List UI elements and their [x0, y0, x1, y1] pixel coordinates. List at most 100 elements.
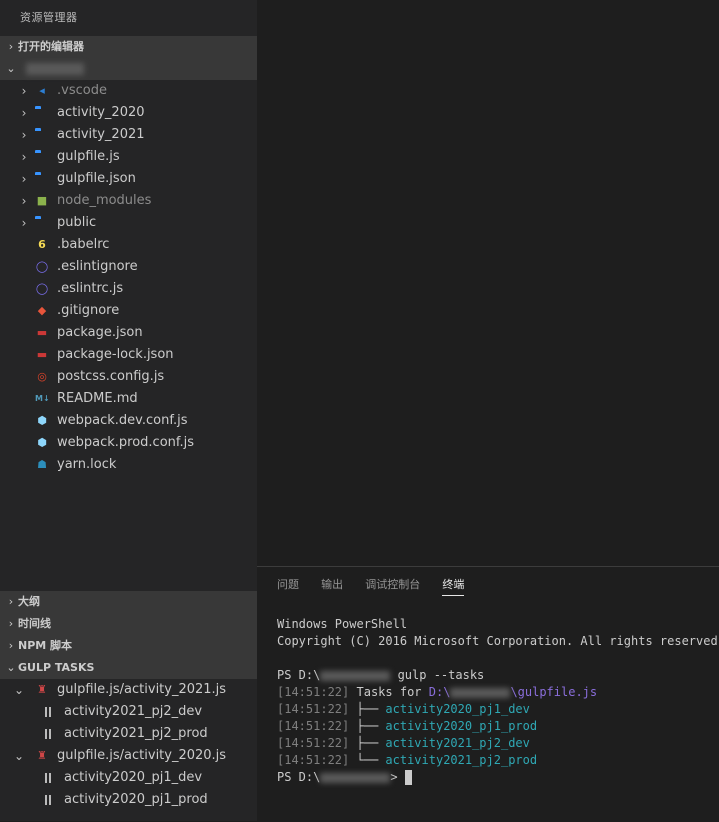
node-modules-icon: ■ — [36, 194, 48, 207]
terminal-task-line: [14:51:22] └── activity2021_pj2_prod — [277, 753, 538, 767]
terminal-command-line: PS D:\ gulp --tasks — [277, 668, 485, 682]
terminal-line: Copyright (C) 2016 Microsoft Corporation… — [277, 634, 719, 648]
folder-icon — [35, 107, 49, 119]
gulp-task-item[interactable]: activity2021_pj2_prod — [0, 723, 257, 745]
timeline-label: 时间线 — [18, 617, 51, 630]
file-item[interactable]: ⬢ webpack.dev.conf.js — [0, 410, 257, 432]
yarn-icon: ☗ — [37, 458, 47, 471]
tree-item-label: activity_2020 — [57, 105, 145, 120]
outline-label: 大纲 — [18, 595, 40, 608]
tab-output[interactable]: 输出 — [321, 577, 343, 595]
redacted-path — [320, 772, 391, 783]
file-item[interactable]: ◯ .eslintrc.js — [0, 278, 257, 300]
gulp-task-item[interactable]: activity2020_pj1_prod — [0, 789, 257, 811]
gulp-task-label: activity2021_pj2_prod — [64, 726, 208, 741]
timeline-section[interactable]: › 时间线 — [0, 613, 257, 635]
terminal-task-line: [14:51:22] ├── activity2020_pj1_dev — [277, 702, 530, 716]
folder-icon — [35, 129, 49, 141]
markdown-icon: M↓ — [35, 394, 50, 403]
webpack-icon: ⬢ — [37, 414, 47, 427]
babel-icon: 6 — [38, 238, 46, 251]
terminal-line: [14:51:22] Tasks for D:\ \gulpfile.js — [277, 685, 598, 699]
folder-icon — [35, 217, 49, 229]
file-item[interactable]: ◎ postcss.config.js — [0, 366, 257, 388]
file-item[interactable]: ⬢ webpack.prod.conf.js — [0, 432, 257, 454]
open-editors-section[interactable]: › 打开的编辑器 — [0, 36, 257, 58]
folder-item[interactable]: › ◂ .vscode — [0, 80, 257, 102]
tab-debug-console[interactable]: 调试控制台 — [365, 577, 420, 595]
npm-scripts-section[interactable]: › NPM 脚本 — [0, 635, 257, 657]
folder-item[interactable]: › ■ node_modules — [0, 190, 257, 212]
redacted-path — [320, 670, 391, 681]
open-editors-label: 打开的编辑器 — [18, 40, 84, 53]
webpack-icon: ⬢ — [37, 436, 47, 449]
terminal-task-line: [14:51:22] ├── activity2020_pj1_prod — [277, 719, 538, 733]
gulp-task-label: activity2021_pj2_dev — [64, 704, 203, 719]
panel-tabs: 问题 输出 调试控制台 终端 — [277, 577, 482, 601]
outline-section[interactable]: › 大纲 — [0, 591, 257, 613]
tree-item-label: .gitignore — [57, 303, 120, 318]
tab-terminal[interactable]: 终端 — [442, 577, 465, 596]
folder-icon — [35, 173, 49, 185]
chevron-right-icon: › — [8, 639, 14, 652]
folder-item[interactable]: › activity_2020 — [0, 102, 257, 124]
chevron-right-icon: › — [21, 150, 27, 164]
gulp-file-label: gulpfile.js/activity_2021.js — [57, 682, 227, 697]
chevron-right-icon: › — [8, 40, 14, 53]
chevron-right-icon: › — [8, 617, 14, 630]
tree-item-label: package-lock.json — [57, 347, 174, 362]
tab-problems[interactable]: 问题 — [277, 577, 299, 595]
file-item[interactable]: ▬ package-lock.json — [0, 344, 257, 366]
folder-item[interactable]: › activity_2021 — [0, 124, 257, 146]
file-item[interactable]: ◆ .gitignore — [0, 300, 257, 322]
folder-item[interactable]: › gulpfile.json — [0, 168, 257, 190]
file-item[interactable]: ◯ .eslintignore — [0, 256, 257, 278]
gulp-task-item[interactable]: activity2020_pj1_dev — [0, 767, 257, 789]
terminal-cursor — [404, 770, 412, 785]
gulp-file-label: gulpfile.js/activity_2020.js — [57, 748, 227, 763]
file-item[interactable]: ☗ yarn.lock — [0, 454, 257, 476]
gulp-tasks-label: GULP TASKS — [18, 661, 95, 674]
chevron-right-icon: › — [21, 172, 27, 186]
gulp-file-item[interactable]: ⌄ ♜ gulpfile.js/activity_2021.js — [0, 679, 257, 701]
chevron-right-icon: › — [21, 128, 27, 142]
terminal-task-line: [14:51:22] ├── activity2021_pj2_dev — [277, 736, 530, 750]
gulp-icon: ♜ — [37, 749, 47, 762]
chevron-right-icon: › — [8, 595, 14, 608]
file-item[interactable]: 6 .babelrc — [0, 234, 257, 256]
gulp-file-item[interactable]: ⌄ ♜ gulpfile.js/activity_2020.js — [0, 745, 257, 767]
postcss-icon: ◎ — [37, 370, 47, 383]
tree-item-label: node_modules — [57, 193, 152, 208]
tree-item-label: gulpfile.js — [57, 149, 120, 164]
file-item[interactable]: M↓ README.md — [0, 388, 257, 410]
chevron-right-icon: › — [21, 194, 27, 208]
terminal-output[interactable]: Windows PowerShell Copyright (C) 2016 Mic… — [277, 616, 719, 786]
chevron-down-icon: ⌄ — [6, 62, 16, 75]
task-icon — [45, 729, 52, 739]
file-item[interactable]: ▬ package.json — [0, 322, 257, 344]
gulp-tasks-section[interactable]: ⌄ GULP TASKS — [0, 657, 257, 679]
tree-item-label: public — [57, 215, 97, 230]
task-icon — [45, 773, 52, 783]
tree-item-label: .eslintrc.js — [57, 281, 124, 296]
gulp-task-item[interactable]: activity2021_pj2_dev — [0, 701, 257, 723]
chevron-down-icon: ⌄ — [14, 683, 25, 697]
npm-icon: ▬ — [36, 348, 48, 361]
workspace-folder-section[interactable]: ⌄ — [0, 58, 257, 80]
folder-item[interactable]: › gulpfile.js — [0, 146, 257, 168]
tree-item-label: README.md — [57, 391, 138, 406]
folder-item[interactable]: › public — [0, 212, 257, 234]
tree-item-label: activity_2021 — [57, 127, 145, 142]
tree-item-label: webpack.dev.conf.js — [57, 413, 188, 428]
gulp-task-label: activity2020_pj1_prod — [64, 792, 208, 807]
task-icon — [45, 795, 52, 805]
npm-icon: ▬ — [36, 326, 48, 339]
chevron-right-icon: › — [21, 106, 27, 120]
tree-item-label: .babelrc — [57, 237, 110, 252]
eslint-icon: ◯ — [35, 260, 49, 273]
task-icon — [45, 707, 52, 717]
redacted-folder-name — [26, 63, 84, 75]
eslint-icon: ◯ — [35, 282, 49, 295]
tree-item-label: yarn.lock — [57, 457, 117, 472]
redacted-path — [450, 687, 511, 698]
